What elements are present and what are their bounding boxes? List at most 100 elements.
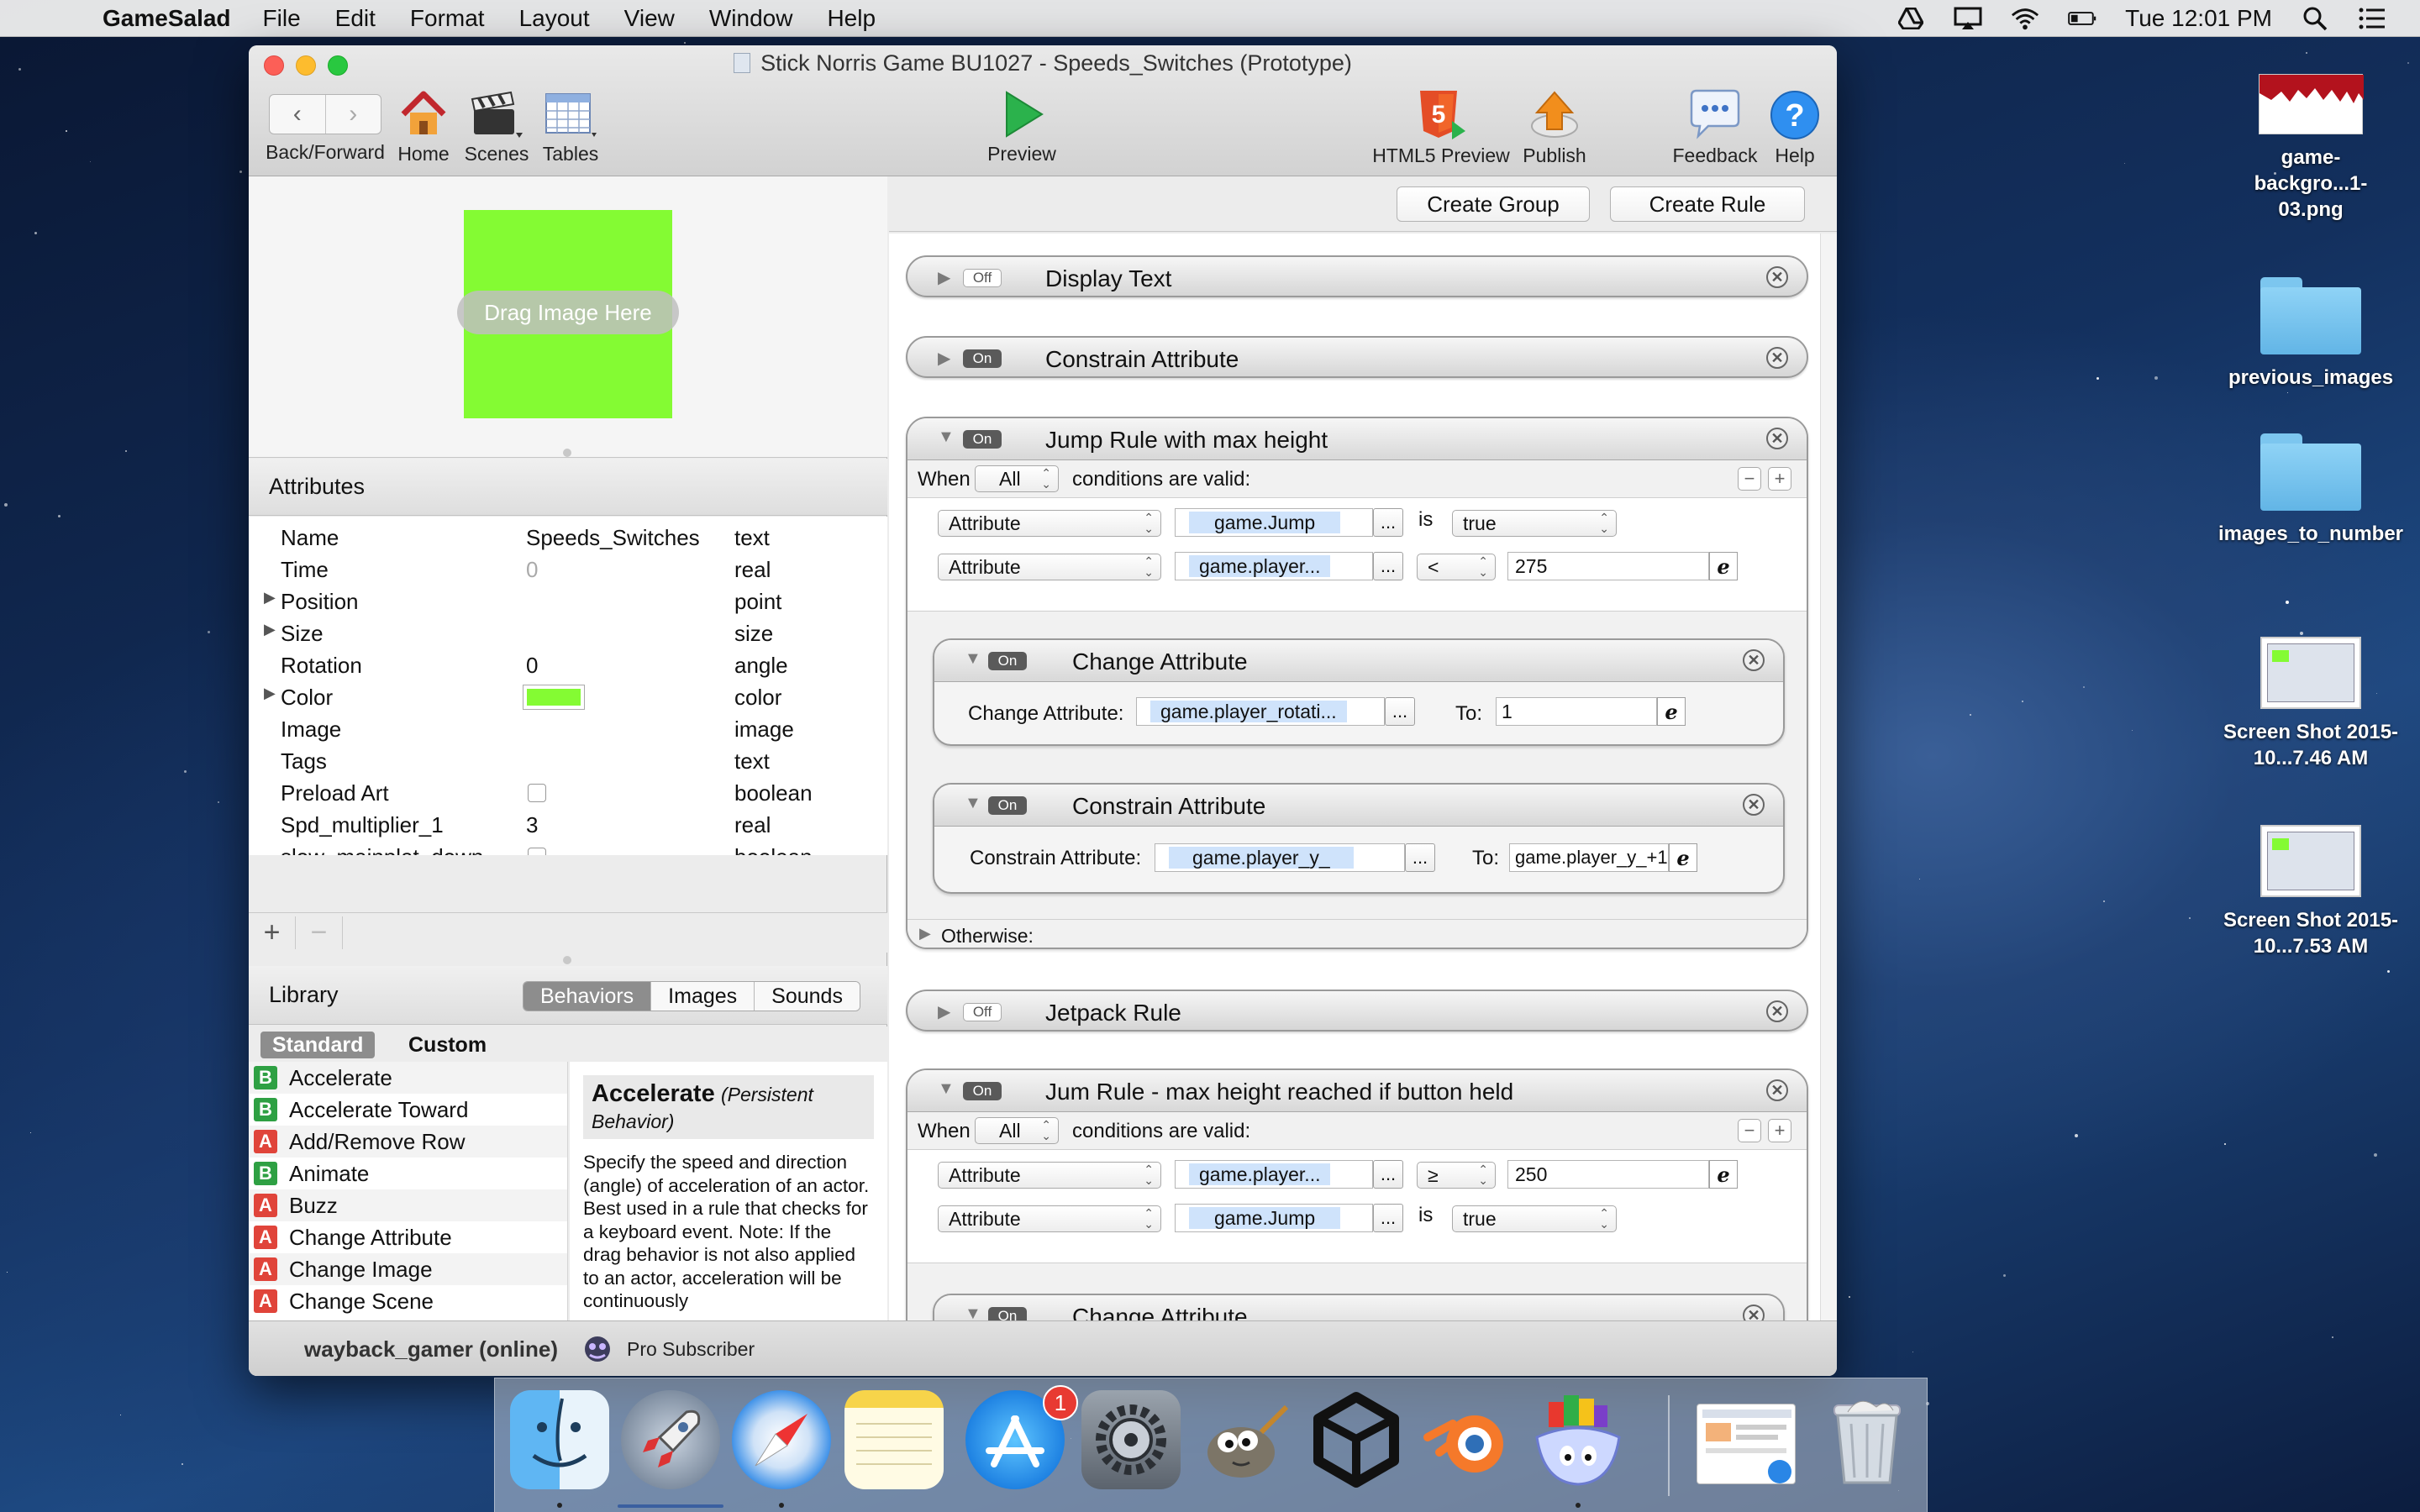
disclosure-triangle-icon[interactable]: ▶ <box>264 621 276 638</box>
desktop-file-game-background[interactable]: game-backgro...1-03.png <box>2202 74 2420 223</box>
help-button[interactable]: ? Help <box>1761 89 1828 167</box>
list-item[interactable]: A Add/Remove Row <box>249 1126 567 1158</box>
attribute-browser-button[interactable]: ... <box>1373 552 1403 580</box>
attribute-browser-button[interactable]: ... <box>1373 508 1403 537</box>
behavior-toggle[interactable]: On <box>988 796 1027 815</box>
rule-header[interactable]: ▼ On Jum Rule - max height reached if bu… <box>908 1070 1807 1112</box>
safari-icon[interactable] <box>732 1390 831 1489</box>
back-forward-buttons[interactable]: ‹ › <box>269 94 381 134</box>
close-icon[interactable]: ✕ <box>1743 794 1765 816</box>
attribute-value[interactable]: 3 <box>526 812 538 838</box>
tables-button[interactable]: Tables <box>534 89 607 165</box>
close-icon[interactable]: ✕ <box>1766 1079 1788 1101</box>
menu-format[interactable]: Format <box>410 5 485 32</box>
desktop-folder-previous-images[interactable]: previous_images <box>2202 277 2420 391</box>
add-attribute-button[interactable]: + <box>249 916 296 949</box>
preview-button[interactable]: Preview <box>980 89 1064 165</box>
expression-editor-button[interactable]: e <box>1709 1160 1738 1189</box>
attribute-value[interactable]: Speeds_Switches <box>526 525 700 551</box>
behavior-toggle[interactable]: On <box>963 349 1002 368</box>
menubar-clock[interactable]: Tue 12:01 PM <box>2125 5 2272 32</box>
back-forward-control[interactable]: ‹ › Back/Forward <box>262 87 388 164</box>
remove-attribute-button[interactable]: − <box>296 916 343 949</box>
jetpack-rule[interactable]: ▶ Off Jetpack Rule ✕ <box>906 990 1808 1032</box>
list-item[interactable]: B Animate <box>249 1158 567 1189</box>
condition-type-select[interactable]: Attribute ⌃ ⌄ <box>938 1205 1161 1232</box>
attribute-browser-button[interactable]: ... <box>1373 1160 1403 1189</box>
list-item[interactable]: A Change Attribute <box>249 1221 567 1253</box>
user-status[interactable]: wayback_gamer (online) <box>304 1336 558 1362</box>
disclosure-triangle-icon[interactable]: ▶ <box>938 348 950 369</box>
all-any-select[interactable]: All ⌃ ⌄ <box>975 1117 1059 1144</box>
create-rule-button[interactable]: Create Rule <box>1610 186 1805 222</box>
subtab-standard[interactable]: Standard <box>260 1032 376 1058</box>
behavior-title[interactable]: Change Attribute <box>1072 1304 1248 1320</box>
attribute-value[interactable]: 0 <box>526 653 538 679</box>
rule-toggle[interactable]: On <box>963 430 1002 449</box>
otherwise-row[interactable]: ▶ Otherwise: <box>908 919 1807 948</box>
behavior-header[interactable]: ▼ On Change Attribute ✕ <box>934 640 1783 682</box>
html5-preview-button[interactable]: 5 HTML5 Preview <box>1370 89 1512 167</box>
menu-file[interactable]: File <box>263 5 301 32</box>
rule-title[interactable]: Jump Rule with max height <box>1045 427 1328 454</box>
condition-type-select[interactable]: Attribute ⌃ ⌄ <box>938 510 1161 537</box>
disclosure-triangle-icon[interactable]: ▶ <box>264 589 276 606</box>
condition-operator-select[interactable]: ≥ ⌃ ⌄ <box>1417 1162 1496 1189</box>
menu-edit[interactable]: Edit <box>335 5 376 32</box>
remove-condition-button[interactable]: − <box>1738 1119 1761 1142</box>
attribute-row[interactable]: Image image <box>249 715 887 747</box>
attribute-browser-button[interactable]: ... <box>1385 697 1415 726</box>
rule-toggle[interactable]: Off <box>963 1003 1002 1021</box>
back-arrow-icon[interactable]: ‹ <box>270 95 325 134</box>
desktop-file-screenshot-2[interactable]: Screen Shot 2015-10...7.53 AM <box>2202 825 2420 959</box>
condition-value-field[interactable]: 275 <box>1507 552 1709 580</box>
disclosure-triangle-icon[interactable]: ▼ <box>938 428 955 447</box>
disclosure-triangle-icon[interactable]: ▼ <box>965 649 981 669</box>
downloads-stack-icon[interactable] <box>1697 1404 1796 1484</box>
create-group-button[interactable]: Create Group <box>1397 186 1590 222</box>
disclosure-triangle-icon[interactable]: ▶ <box>938 1001 950 1022</box>
disclosure-triangle-icon[interactable]: ▼ <box>938 1079 955 1099</box>
list-item[interactable]: A Change Image <box>249 1253 567 1285</box>
remove-condition-button[interactable]: − <box>1738 467 1761 491</box>
slow-mainplat-checkbox[interactable] <box>528 848 546 855</box>
wifi-icon[interactable] <box>2011 6 2039 31</box>
constrain-attribute-target-field[interactable]: game.player_y_ <box>1155 843 1405 872</box>
trash-icon[interactable] <box>1818 1390 1917 1489</box>
battery-icon[interactable] <box>2068 6 2096 31</box>
scenes-button[interactable]: Scenes <box>460 89 533 165</box>
attribute-row[interactable]: Preload Art boolean <box>249 779 887 811</box>
disclosure-triangle-icon[interactable]: ▼ <box>965 794 981 813</box>
menu-window[interactable]: Window <box>709 5 793 32</box>
condition-attribute-field[interactable]: game.Jump <box>1175 508 1373 537</box>
desktop-folder-images-to-number[interactable]: images_to_number <box>2202 433 2420 547</box>
tab-sounds[interactable]: Sounds <box>754 982 860 1011</box>
close-icon[interactable]: ✕ <box>1743 649 1765 671</box>
behavior-toggle[interactable]: Off <box>963 269 1002 287</box>
close-icon[interactable]: ✕ <box>1766 1000 1788 1022</box>
menu-layout[interactable]: Layout <box>519 5 590 32</box>
display-text-behavior[interactable]: ▶ Off Display Text ✕ <box>906 255 1808 297</box>
color-well[interactable] <box>523 685 585 710</box>
close-icon[interactable]: ✕ <box>1766 428 1788 449</box>
change-attribute-value-field[interactable]: 1 <box>1496 697 1657 726</box>
condition-attribute-field[interactable]: game.player... <box>1175 552 1373 580</box>
attribute-row[interactable]: Rotation 0 angle <box>249 651 887 683</box>
condition-value-select[interactable]: true ⌃ ⌄ <box>1452 510 1617 537</box>
condition-type-select[interactable]: Attribute ⌃ ⌄ <box>938 1162 1161 1189</box>
subtab-custom[interactable]: Custom <box>400 1032 495 1058</box>
menu-help[interactable]: Help <box>827 5 876 32</box>
list-item[interactable]: B Accelerate Toward <box>249 1094 567 1126</box>
condition-operator-select[interactable]: < ⌃ ⌄ <box>1417 554 1496 580</box>
close-icon[interactable]: ✕ <box>1766 347 1788 369</box>
launchpad-icon[interactable] <box>621 1390 720 1489</box>
preload-art-checkbox[interactable] <box>528 784 546 802</box>
forward-arrow-icon[interactable]: › <box>324 95 381 134</box>
behavior-title[interactable]: Change Attribute <box>1072 648 1248 675</box>
drive-icon[interactable] <box>1897 6 1925 31</box>
tab-images[interactable]: Images <box>650 982 755 1011</box>
add-condition-button[interactable]: + <box>1768 1119 1791 1142</box>
splitter-handle[interactable] <box>563 956 571 964</box>
attribute-row[interactable]: Tags text <box>249 747 887 779</box>
close-icon[interactable]: ✕ <box>1743 1305 1765 1320</box>
